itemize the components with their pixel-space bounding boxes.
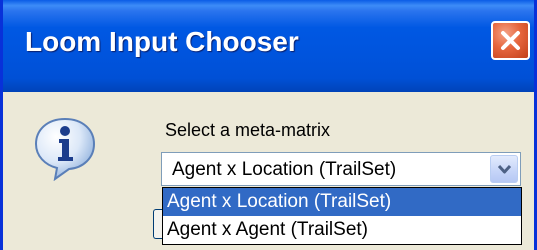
prompt-label: Select a meta-matrix [165,120,331,140]
combobox-value: Agent x Location (TrailSet) [172,159,397,180]
title-bar[interactable]: Loom Input Chooser [3,0,534,92]
info-icon [34,117,96,181]
dialog-window: Loom Input Chooser Select a meta-matrix … [0,0,537,250]
dropdown-option-agent-x-location[interactable]: Agent x Location (TrailSet) [163,188,521,216]
window-title: Loom Input Chooser [25,26,299,57]
dropdown-option-agent-x-agent[interactable]: Agent x Agent (TrailSet) [163,216,521,244]
close-button[interactable] [491,21,530,60]
dropdown-arrow-button[interactable] [490,155,518,183]
dropdown-list: Agent x Location (TrailSet) Agent x Agen… [162,187,522,245]
close-icon [501,31,520,50]
meta-matrix-combobox[interactable]: Agent x Location (TrailSet) [161,152,521,186]
chevron-down-icon [498,164,511,174]
